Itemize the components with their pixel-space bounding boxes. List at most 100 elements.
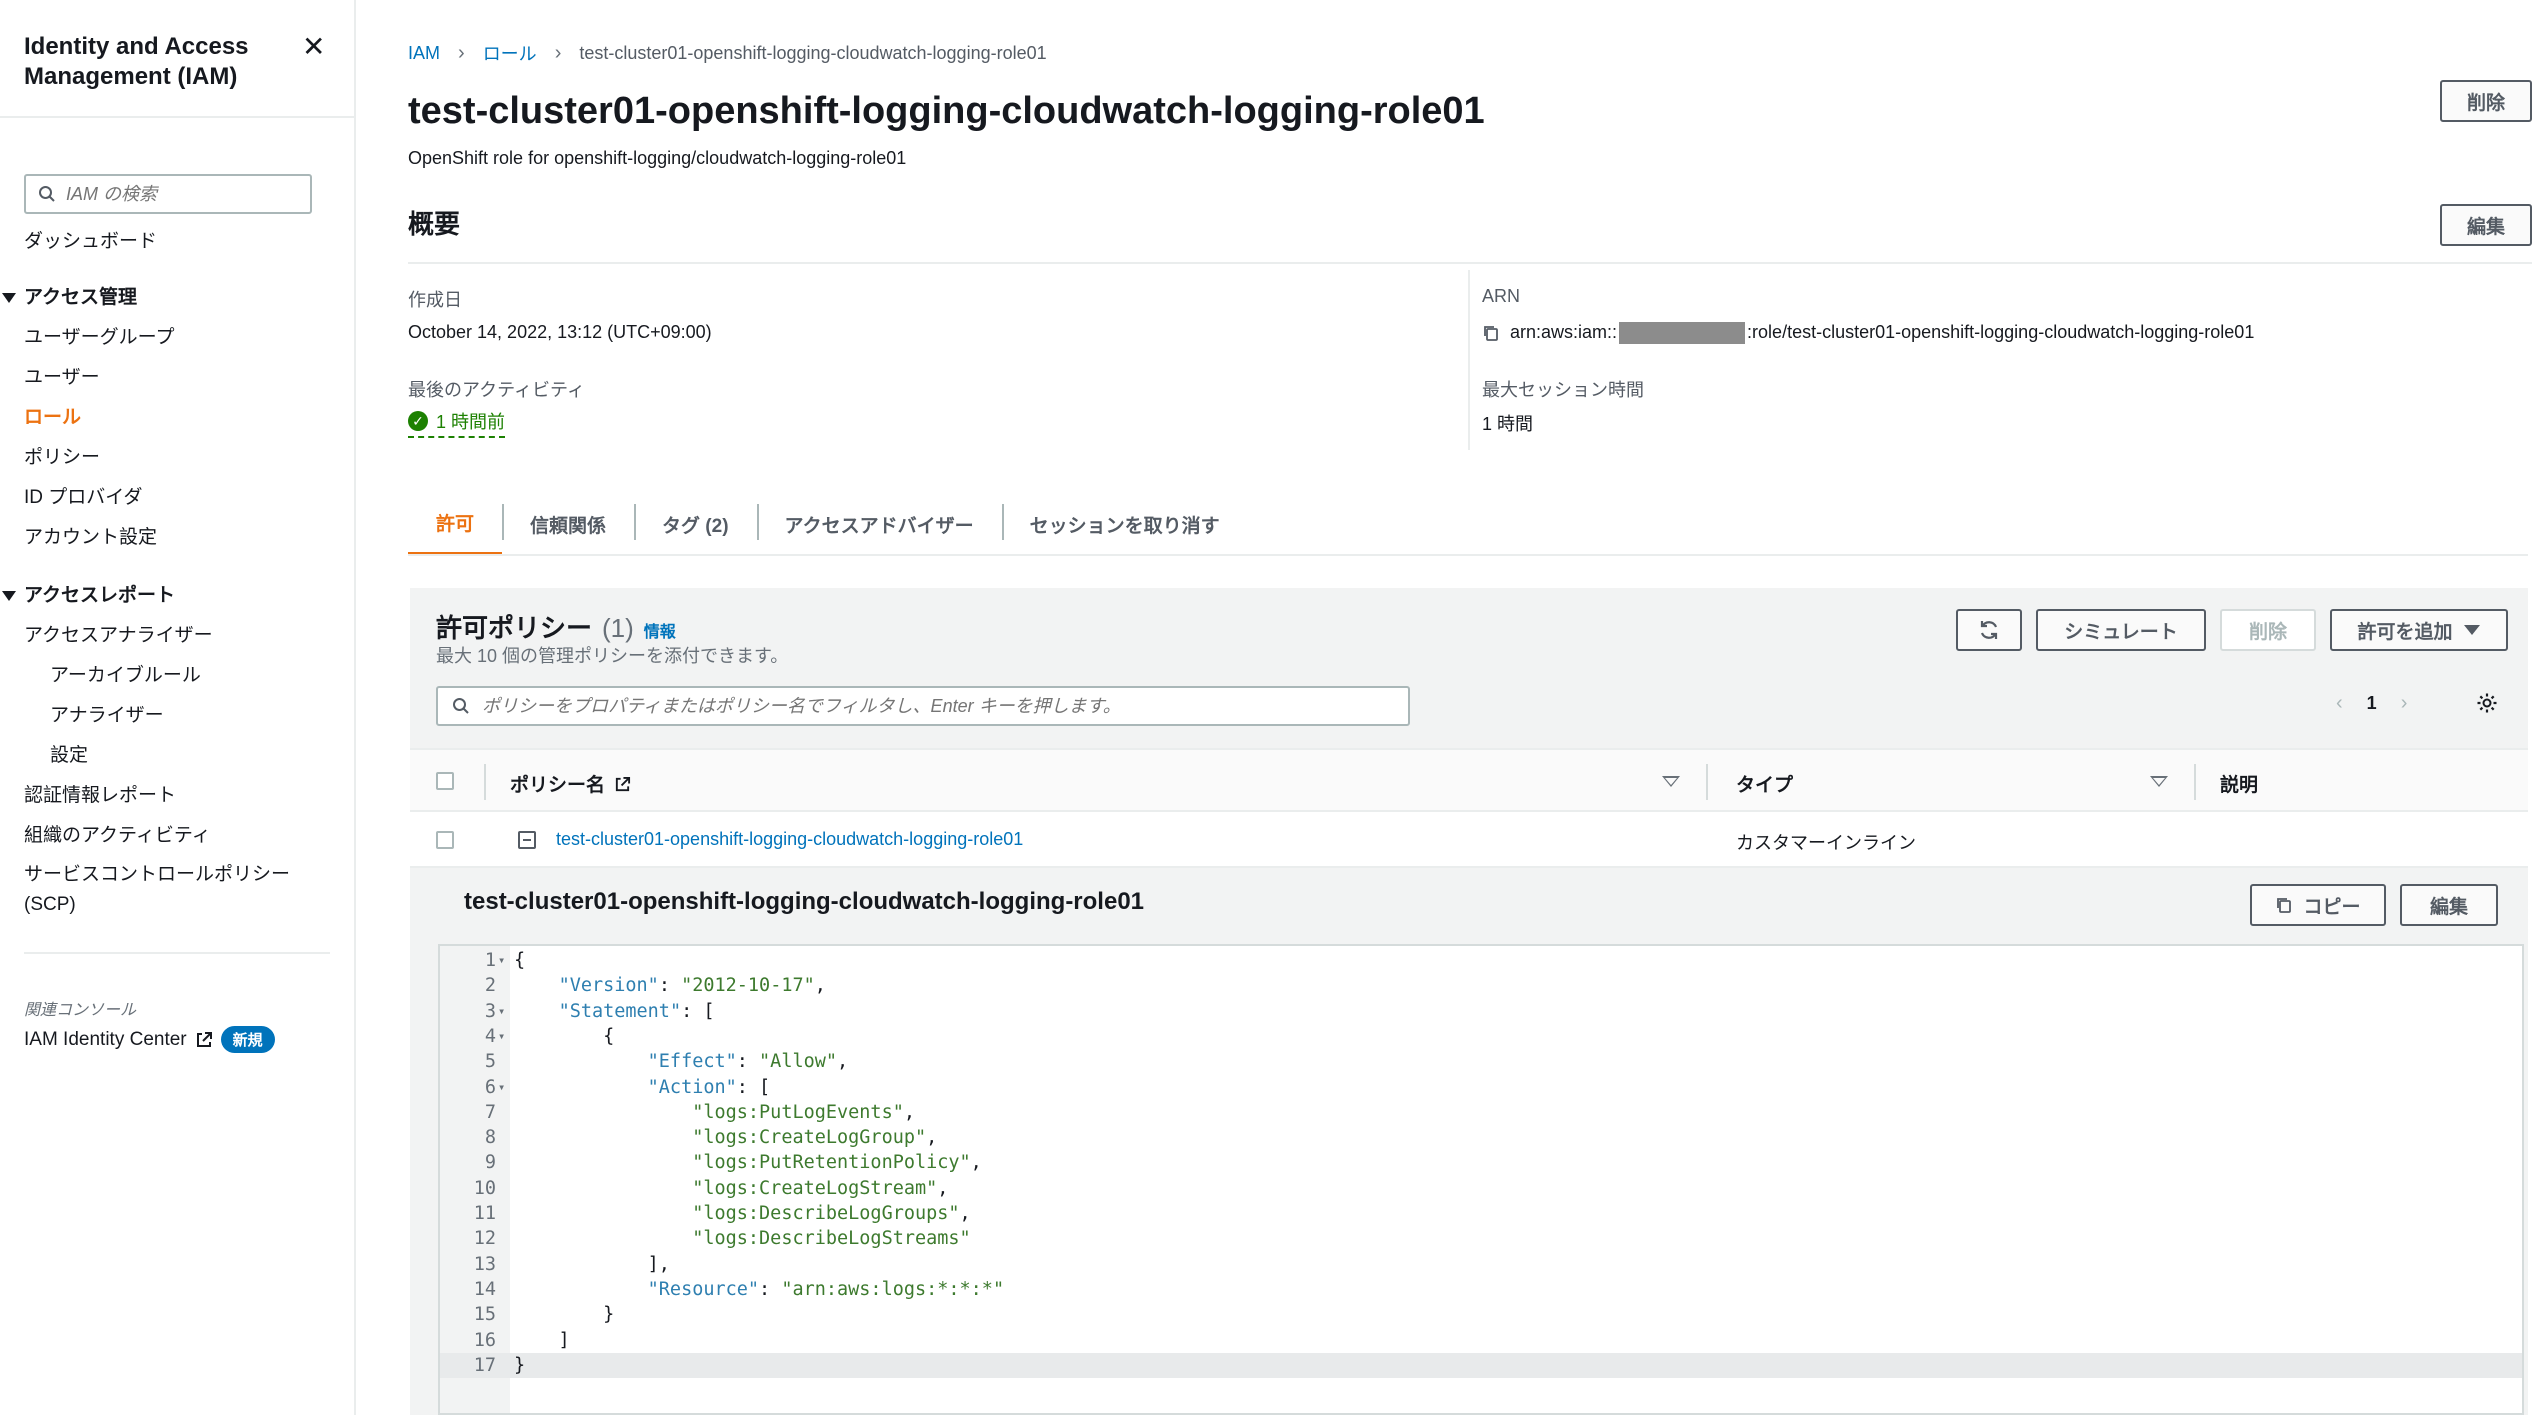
- arn-suffix: :role/test-cluster01-openshift-logging-c…: [1747, 322, 2255, 342]
- fold-icon[interactable]: ▾: [498, 1024, 505, 1049]
- breadcrumb-current: test-cluster01-openshift-logging-cloudwa…: [579, 42, 1047, 63]
- tab-tags[interactable]: タグ (2): [634, 492, 757, 556]
- sidebar-item-user-groups[interactable]: ユーザーグループ: [24, 322, 174, 349]
- caret-down-icon: [2, 292, 16, 303]
- sidebar-section-access-reports[interactable]: アクセスレポート: [2, 580, 175, 607]
- page-number[interactable]: 1: [2367, 693, 2377, 714]
- code-text: "logs:DescribeLogStreams": [692, 1228, 971, 1250]
- code-line: 16 ]: [440, 1328, 2522, 1353]
- tab-trust-relationships[interactable]: 信頼関係: [502, 492, 634, 556]
- gear-icon[interactable]: [2476, 692, 2498, 721]
- sidebar-item-credential-report[interactable]: 認証情報レポート: [24, 780, 176, 807]
- code-line: 13 ],: [440, 1252, 2522, 1277]
- external-link-icon: [196, 1031, 212, 1047]
- copy-icon[interactable]: [1482, 324, 1500, 342]
- code-text: "logs:PutLogEvents",: [692, 1101, 915, 1123]
- sidebar-item-access-analyzer[interactable]: アクセスアナライザー: [24, 620, 213, 647]
- code-text: {: [514, 1025, 615, 1047]
- search-icon: [453, 698, 469, 714]
- code-line: 14 "Resource": "arn:aws:logs:*:*:*": [440, 1277, 2522, 1302]
- new-badge: 新規: [220, 1026, 275, 1053]
- edit-summary-button[interactable]: 編集: [2440, 204, 2532, 246]
- collapse-icon[interactable]: [518, 831, 536, 849]
- copy-label: コピー: [2303, 896, 2361, 918]
- line-number: 16: [473, 1329, 496, 1351]
- code-line: 5 "Effect": "Allow",: [440, 1049, 2522, 1074]
- sidebar-item-archive-rules[interactable]: アーカイブルール: [50, 660, 201, 687]
- code-line: 15 }: [440, 1302, 2522, 1327]
- column-separator: [484, 764, 486, 800]
- line-number: 17: [473, 1354, 496, 1376]
- fold-icon[interactable]: ▾: [498, 999, 505, 1024]
- fold-icon[interactable]: ▾: [498, 1075, 505, 1100]
- sidebar-section-access-management[interactable]: アクセス管理: [2, 282, 137, 309]
- policy-filter[interactable]: [436, 686, 1410, 726]
- sidebar-search-input[interactable]: [66, 183, 296, 205]
- code-text: ]: [514, 1329, 570, 1351]
- select-all-checkbox[interactable]: [436, 772, 454, 790]
- code-line: 6 ▾ "Action": [: [440, 1075, 2522, 1100]
- permissions-title-text: 許可ポリシー: [436, 613, 593, 643]
- line-number: 3: [484, 1000, 496, 1022]
- add-permissions-button[interactable]: 許可を追加: [2330, 609, 2508, 651]
- role-tabs: 許可 信頼関係 タグ (2) アクセスアドバイザー セッションを取り消す: [408, 492, 1248, 556]
- fold-icon[interactable]: ▾: [498, 948, 505, 973]
- breadcrumb-roles[interactable]: ロール: [483, 40, 537, 66]
- tab-permissions[interactable]: 許可: [408, 492, 503, 556]
- code-text: "logs:PutRetentionPolicy",: [692, 1152, 982, 1174]
- tab-revoke-sessions[interactable]: セッションを取り消す: [1001, 492, 1248, 556]
- sidebar-item-org-activity[interactable]: 組織のアクティビティ: [24, 820, 211, 847]
- edit-policy-button[interactable]: 編集: [2400, 884, 2498, 926]
- sort-icon[interactable]: [2150, 776, 2168, 787]
- remove-policy-button[interactable]: 削除: [2220, 609, 2316, 651]
- arn-label: ARN: [1482, 286, 1521, 306]
- sidebar-item-analyzers[interactable]: アナライザー: [50, 700, 164, 727]
- sidebar-search[interactable]: [24, 174, 312, 214]
- policy-filter-input[interactable]: [482, 695, 1402, 717]
- close-icon[interactable]: ✕: [302, 30, 325, 63]
- sidebar-divider: [24, 952, 330, 954]
- last-activity-text: 1 時間前: [436, 412, 506, 432]
- chevron-right-icon: ›: [458, 41, 465, 64]
- related-consoles-label: 関連コンソール: [24, 1002, 137, 1019]
- breadcrumb-iam[interactable]: IAM: [408, 43, 440, 64]
- sort-icon[interactable]: [1662, 776, 1680, 787]
- sidebar-item-id-providers[interactable]: ID プロバイダ: [24, 482, 143, 509]
- row-checkbox[interactable]: [436, 831, 454, 849]
- info-link[interactable]: 情報: [644, 618, 676, 642]
- page-title: test-cluster01-openshift-logging-cloudwa…: [408, 90, 1485, 132]
- chevron-right-icon[interactable]: ›: [2401, 692, 2408, 715]
- sidebar-item-users[interactable]: ユーザー: [24, 362, 100, 389]
- column-policy-name[interactable]: ポリシー名: [510, 770, 631, 797]
- line-number: 10: [473, 1177, 496, 1199]
- code-text: {: [514, 950, 526, 971]
- pagination: ‹ 1 ›: [2336, 692, 2407, 715]
- policy-detail-title: test-cluster01-openshift-logging-cloudwa…: [464, 888, 1145, 915]
- refresh-button[interactable]: [1956, 609, 2022, 651]
- chevron-left-icon[interactable]: ‹: [2336, 692, 2343, 715]
- policy-name-link[interactable]: test-cluster01-openshift-logging-cloudwa…: [556, 829, 1023, 850]
- caret-down-icon: [2463, 625, 2480, 635]
- delete-role-button[interactable]: 削除: [2440, 80, 2532, 122]
- sidebar: Identity and Access Management (IAM) ✕ ダ…: [0, 0, 356, 1415]
- search-icon: [39, 186, 55, 202]
- policy-json-editor[interactable]: 1 ▾{2 "Version": "2012-10-17", 3 ▾ "Stateme…: [438, 944, 2524, 1415]
- sidebar-item-scp[interactable]: サービスコントロールポリシー (SCP): [24, 860, 290, 920]
- code-text: "Action": [: [647, 1076, 771, 1098]
- code-line: 12 "logs:DescribeLogStreams": [440, 1226, 2522, 1251]
- sidebar-item-analyzer-settings[interactable]: 設定: [50, 740, 88, 767]
- sidebar-item-policies[interactable]: ポリシー: [24, 442, 100, 469]
- copy-button[interactable]: コピー: [2250, 884, 2386, 926]
- sidebar-item-account-settings[interactable]: アカウント設定: [24, 522, 157, 549]
- sidebar-item-roles[interactable]: ロール: [24, 402, 81, 429]
- identity-center-link[interactable]: IAM Identity Center 新規: [24, 1026, 275, 1053]
- code-line: 8 "logs:CreateLogGroup",: [440, 1125, 2522, 1150]
- sidebar-item-dashboard[interactable]: ダッシュボード: [24, 226, 157, 253]
- simulate-button[interactable]: シミュレート: [2036, 609, 2206, 651]
- chevron-right-icon: ›: [554, 41, 562, 64]
- column-type[interactable]: タイプ: [1736, 770, 1793, 797]
- tab-access-advisor[interactable]: アクセスアドバイザー: [756, 492, 1002, 556]
- code-line: 7 "logs:PutLogEvents",: [440, 1100, 2522, 1125]
- column-description[interactable]: 説明: [2220, 770, 2258, 797]
- table-row: test-cluster01-openshift-logging-cloudwa…: [410, 812, 2528, 868]
